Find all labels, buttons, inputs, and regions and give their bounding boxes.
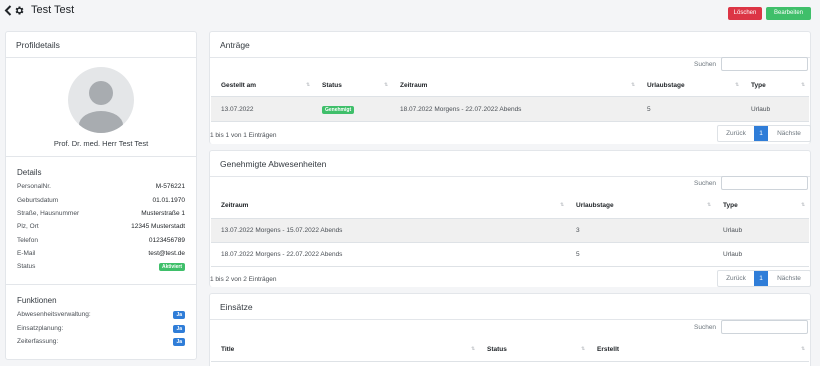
detail-row: Status Aktiviert [17, 263, 185, 273]
pagination-next[interactable]: Nächste [768, 271, 810, 286]
sort-icon[interactable]: ⇅ [471, 346, 475, 352]
details-title: Details [17, 168, 42, 177]
pagination-page[interactable]: 1 [754, 271, 768, 286]
search-label: Suchen [694, 324, 717, 331]
pagination: Zurück 1 Nächste [717, 125, 811, 142]
sort-icon[interactable]: ⇅ [801, 82, 805, 88]
function-row: Einsatzplanung: Ja [17, 325, 185, 335]
column-header[interactable]: Zeitraum [400, 82, 427, 89]
search-label: Suchen [694, 180, 717, 187]
sort-icon[interactable]: ⇅ [631, 82, 635, 88]
assignments-title: Einsätze [220, 302, 253, 312]
status-badge: Aktiviert [158, 263, 185, 271]
column-header[interactable]: Type [723, 202, 738, 209]
table-cell: 5 [576, 251, 580, 258]
pagination-prev[interactable]: Zurück [718, 271, 754, 286]
status-badge: Genehmigt [322, 106, 355, 114]
function-badge: Ja [173, 338, 185, 346]
column-header[interactable]: Urlaubstage [647, 82, 685, 89]
column-header[interactable]: Zeitraum [221, 202, 248, 209]
table-cell: 13.07.2022 Morgens - 15.07.2022 Abends [221, 227, 343, 234]
profile-section-title: Profildetails [16, 40, 60, 50]
sort-icon[interactable]: ⇅ [306, 82, 310, 88]
column-header[interactable]: Gestellt am [221, 82, 256, 89]
search-input[interactable] [721, 57, 808, 71]
avatar [68, 67, 134, 133]
functions-title: Funktionen [17, 296, 57, 305]
search-input[interactable] [721, 320, 808, 334]
sort-icon[interactable]: ⇅ [735, 82, 739, 88]
sort-icon[interactable]: ⇅ [801, 346, 805, 352]
detail-row: Straße, Hausnummer Musterstraße 1 [17, 210, 185, 217]
pagination-prev[interactable]: Zurück [718, 126, 754, 141]
table-cell: Urlaub [723, 251, 743, 258]
column-header[interactable]: Urlaubstage [576, 202, 614, 209]
sort-icon[interactable]: ⇅ [707, 202, 711, 208]
profile-name: Prof. Dr. med. Herr Test Test [53, 139, 149, 148]
approved-absences-title: Genehmigte Abwesenheiten [220, 159, 327, 169]
requests-card: Anträge Suchen Gestellt am ⇅ Status ⇅ Ze… [209, 31, 811, 144]
table-cell: Urlaub [723, 227, 743, 234]
assignments-card: Einsätze Suchen Title ⇅ Status ⇅ Erstell… [209, 293, 811, 366]
table-info: 1 bis 1 von 1 Einträgen [210, 132, 277, 139]
delete-button[interactable]: Löschen [728, 7, 762, 20]
detail-row: Geburtsdatum 01.01.1970 [17, 197, 185, 204]
function-row: Abwesenheitsverwaltung: Ja [17, 311, 185, 321]
table-cell: 5 [647, 106, 651, 113]
table-cell: 18.07.2022 Morgens - 22.07.2022 Abends [221, 251, 343, 258]
function-row: Zeiterfassung: Ja [17, 338, 185, 348]
gear-icon[interactable] [14, 5, 25, 16]
sort-icon[interactable]: ⇅ [581, 346, 585, 352]
table-cell: 3 [576, 227, 580, 234]
detail-row: PersonalNr. M-576221 [17, 183, 185, 190]
profile-card: Profildetails Prof. Dr. med. Herr Test T… [5, 31, 197, 360]
edit-button[interactable]: Bearbeiten [766, 7, 811, 20]
table-cell: 18.07.2022 Morgens - 22.07.2022 Abends [400, 106, 522, 113]
page-title: Test Test [31, 4, 75, 16]
approved-absences-card: Genehmigte Abwesenheiten Suchen Zeitraum… [209, 150, 811, 287]
search-input[interactable] [721, 176, 808, 190]
column-header[interactable]: Status [487, 346, 507, 353]
column-header[interactable]: Type [751, 82, 766, 89]
column-header[interactable]: Erstellt [597, 346, 619, 353]
pagination-next[interactable]: Nächste [768, 126, 810, 141]
requests-title: Anträge [220, 40, 250, 50]
pagination-page[interactable]: 1 [754, 126, 768, 141]
table-info: 1 bis 2 von 2 Einträgen [210, 276, 277, 283]
detail-row: Plz, Ort 12345 Musterstadt [17, 223, 185, 230]
pagination: Zurück 1 Nächste [717, 270, 811, 287]
detail-row: E-Mail test@test.de [17, 250, 185, 257]
search-label: Suchen [694, 61, 717, 68]
table-cell: 13.07.2022 [221, 106, 254, 113]
sort-icon[interactable]: ⇅ [801, 202, 805, 208]
column-header[interactable]: Title [221, 346, 234, 353]
back-icon[interactable] [4, 5, 12, 16]
detail-row: Telefon 0123456789 [17, 237, 185, 244]
sort-icon[interactable]: ⇅ [384, 82, 388, 88]
function-badge: Ja [173, 311, 185, 319]
table-cell: Urlaub [751, 106, 771, 113]
sort-icon[interactable]: ⇅ [560, 202, 564, 208]
column-header[interactable]: Status [322, 82, 342, 89]
function-badge: Ja [173, 325, 185, 333]
